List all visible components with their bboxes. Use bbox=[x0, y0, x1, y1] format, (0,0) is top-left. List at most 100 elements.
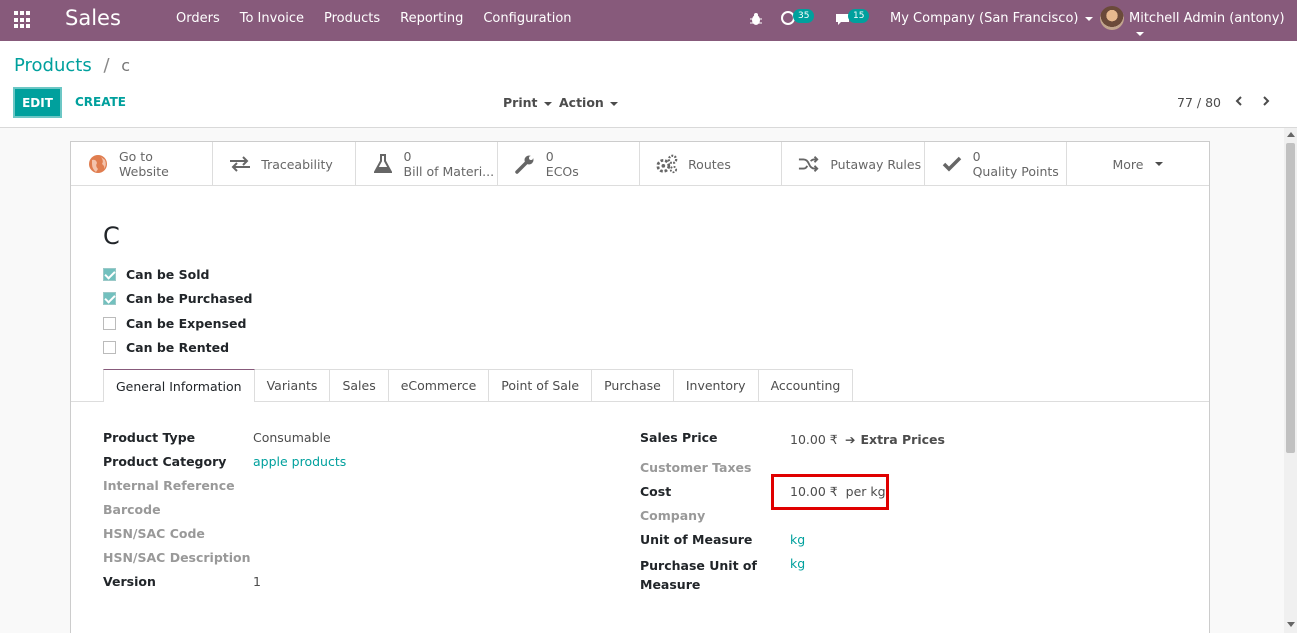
quality-points-button[interactable]: 0 Quality Points bbox=[925, 142, 1067, 186]
activity-count-badge: 35 bbox=[793, 9, 815, 23]
scroll-down-icon[interactable] bbox=[1287, 622, 1295, 627]
chevron-down-icon bbox=[609, 101, 618, 106]
product-type-value: Consumable bbox=[253, 430, 331, 445]
product-category-label: Product Category bbox=[103, 454, 227, 469]
arrow-right-icon: ➔ bbox=[845, 432, 856, 447]
field-product-category: Product Category apple products bbox=[103, 454, 603, 478]
quality-label: Quality Points bbox=[972, 164, 1059, 179]
company-switcher[interactable]: My Company (San Francisco) bbox=[890, 11, 1094, 26]
breadcrumb-products[interactable]: Products bbox=[14, 55, 92, 76]
chevron-left-icon[interactable] bbox=[1234, 96, 1244, 106]
left-field-group: Product Type Consumable Product Category… bbox=[103, 430, 603, 598]
bill-of-materials-button[interactable]: 0 Bill of Materi... bbox=[356, 142, 498, 186]
ecos-count: 0 bbox=[545, 149, 554, 164]
control-panel: Products / c EDIT CREATE Print Action 77… bbox=[0, 41, 1297, 128]
chevron-down-icon bbox=[543, 101, 552, 106]
tab-ecommerce[interactable]: eCommerce bbox=[388, 369, 490, 401]
breadcrumb-current: c bbox=[121, 56, 131, 75]
go-to-label-2: Website bbox=[119, 164, 169, 179]
field-company: Company bbox=[640, 508, 1140, 532]
purchase-uom-link[interactable]: kg bbox=[790, 556, 805, 571]
tab-variants[interactable]: Variants bbox=[254, 369, 331, 401]
menu-products[interactable]: Products bbox=[324, 11, 380, 26]
field-barcode: Barcode bbox=[103, 502, 603, 526]
flask-icon bbox=[372, 154, 394, 174]
ecos-button[interactable]: 0 ECOs bbox=[498, 142, 641, 186]
hsn-sac-description-label: HSN/SAC Description bbox=[103, 550, 251, 565]
routes-label: Routes bbox=[688, 156, 731, 172]
extra-prices-label: Extra Prices bbox=[860, 432, 945, 447]
product-options: Can be Sold Can be Purchased Can be Expe… bbox=[103, 262, 252, 360]
field-cost: Cost 10.00 ₹ per kg bbox=[640, 484, 1140, 508]
more-label: More bbox=[1112, 156, 1144, 172]
product-type-label: Product Type bbox=[103, 430, 196, 445]
can-be-purchased-label: Can be Purchased bbox=[126, 291, 253, 307]
option-can-be-rented: Can be Rented bbox=[103, 336, 252, 361]
can-be-purchased-checkbox[interactable] bbox=[103, 292, 116, 306]
tab-sales[interactable]: Sales bbox=[330, 369, 389, 401]
traceability-button[interactable]: Traceability bbox=[213, 142, 356, 186]
scroll-thumb[interactable] bbox=[1286, 143, 1295, 453]
avatar[interactable] bbox=[1100, 6, 1124, 30]
sales-price-value: 10.00 ₹ bbox=[790, 432, 838, 447]
edit-button[interactable]: EDIT bbox=[13, 87, 62, 118]
chevron-right-icon[interactable] bbox=[1261, 96, 1271, 106]
print-dropdown[interactable]: Print bbox=[503, 95, 552, 110]
print-label: Print bbox=[503, 95, 538, 110]
bug-icon[interactable] bbox=[750, 12, 762, 26]
go-to-website-button[interactable]: Go to Website bbox=[71, 142, 214, 186]
field-purchase-unit-of-measure: Purchase Unit of Measure kg bbox=[640, 556, 1140, 596]
option-can-be-sold: Can be Sold bbox=[103, 262, 252, 287]
action-dropdown[interactable]: Action bbox=[559, 95, 618, 110]
form-sheet: Go to Website Traceability 0 Bill of Mater… bbox=[70, 141, 1210, 633]
menu-reporting[interactable]: Reporting bbox=[400, 11, 463, 26]
check-icon bbox=[941, 154, 963, 174]
putaway-rules-button[interactable]: Putaway Rules bbox=[782, 142, 925, 186]
ecos-label: ECOs bbox=[545, 164, 579, 179]
top-navbar: Sales Orders To Invoice Products Reporti… bbox=[0, 0, 1297, 41]
menu-to-invoice[interactable]: To Invoice bbox=[240, 11, 304, 26]
menu-orders[interactable]: Orders bbox=[176, 11, 220, 26]
can-be-rented-checkbox[interactable] bbox=[103, 341, 116, 355]
tab-purchase[interactable]: Purchase bbox=[592, 369, 674, 401]
can-be-expensed-checkbox[interactable] bbox=[103, 316, 116, 330]
field-unit-of-measure: Unit of Measure kg bbox=[640, 532, 1140, 556]
purchase-uom-label: Purchase Unit of Measure bbox=[640, 556, 757, 594]
more-button[interactable]: More bbox=[1067, 142, 1209, 186]
apps-menu-icon[interactable] bbox=[14, 11, 32, 29]
customer-taxes-label: Customer Taxes bbox=[640, 460, 752, 475]
unit-of-measure-link[interactable]: kg bbox=[790, 532, 805, 547]
create-button[interactable]: CREATE bbox=[75, 95, 126, 109]
chevron-down-icon bbox=[1136, 31, 1144, 36]
menu-configuration[interactable]: Configuration bbox=[483, 11, 571, 26]
pager-value[interactable]: 77 / 80 bbox=[1177, 95, 1221, 110]
scroll-up-icon[interactable] bbox=[1287, 132, 1295, 137]
tab-general-information[interactable]: General Information bbox=[103, 369, 255, 402]
chevron-down-icon bbox=[1155, 162, 1164, 166]
user-menu[interactable]: Mitchell Admin (antony) bbox=[1129, 11, 1297, 41]
company-name: My Company (San Francisco) bbox=[890, 11, 1079, 26]
smart-buttons: Go to Website Traceability 0 Bill of Mater… bbox=[71, 142, 1209, 186]
can-be-sold-label: Can be Sold bbox=[126, 266, 210, 282]
field-sales-price: Sales Price 10.00 ₹ ➔ Extra Prices bbox=[640, 430, 1140, 460]
product-category-link[interactable]: apple products bbox=[253, 454, 346, 469]
cost-label: Cost bbox=[640, 484, 672, 499]
tab-point-of-sale[interactable]: Point of Sale bbox=[489, 369, 593, 401]
extra-prices-button[interactable]: ➔ Extra Prices bbox=[845, 432, 945, 447]
tab-inventory[interactable]: Inventory bbox=[673, 369, 759, 401]
user-name: Mitchell Admin (antony) bbox=[1129, 11, 1285, 26]
page-scrollbar[interactable] bbox=[1284, 128, 1297, 633]
putaway-rules-label: Putaway Rules bbox=[830, 156, 922, 172]
company-label: Company bbox=[640, 508, 706, 523]
option-can-be-expensed: Can be Expensed bbox=[103, 311, 252, 336]
can-be-rented-label: Can be Rented bbox=[126, 340, 230, 356]
notebook-tabs: General Information Variants Sales eComm… bbox=[71, 369, 1209, 402]
purchase-uom-label-line1: Purchase Unit of bbox=[640, 558, 757, 573]
routes-button[interactable]: Routes bbox=[640, 142, 783, 186]
can-be-sold-checkbox[interactable] bbox=[103, 267, 116, 281]
field-hsn-sac-code: HSN/SAC Code bbox=[103, 526, 603, 550]
main-menu: Orders To Invoice Products Reporting Con… bbox=[176, 11, 592, 26]
tab-accounting[interactable]: Accounting bbox=[758, 369, 854, 401]
traceability-label: Traceability bbox=[261, 156, 333, 172]
sales-price-label: Sales Price bbox=[640, 430, 718, 445]
